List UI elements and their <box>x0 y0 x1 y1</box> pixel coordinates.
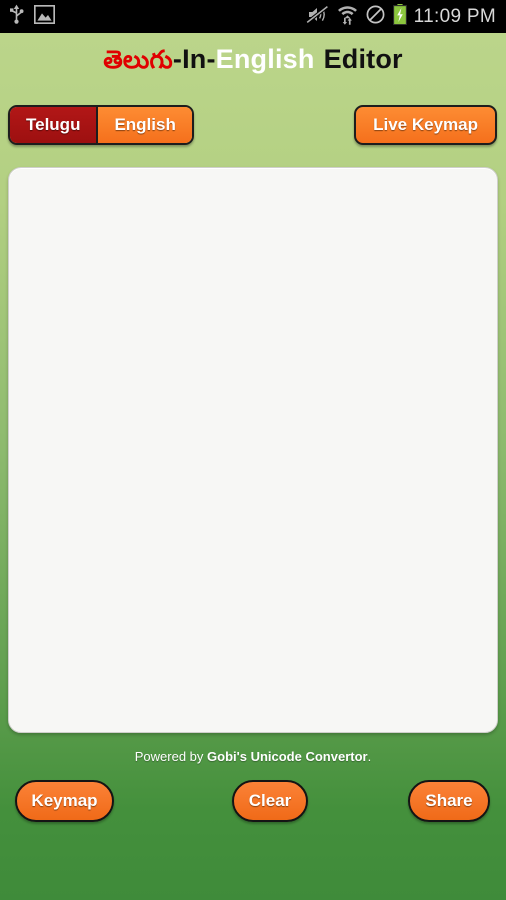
app-root: 11:09 PM తెలుగు-In-English Editor Telugu … <box>0 0 506 900</box>
live-keymap-button[interactable]: Live Keymap <box>354 105 497 145</box>
keymap-button[interactable]: Keymap <box>15 780 114 822</box>
toggle-option-telugu[interactable]: Telugu <box>10 107 97 143</box>
bottom-button-row: Keymap Clear Share <box>0 780 506 822</box>
text-editor-input[interactable] <box>8 167 498 733</box>
title-editor-text: Editor <box>323 44 403 74</box>
status-bar-clock: 11:09 PM <box>413 5 496 27</box>
status-bar-left-icons <box>9 4 56 29</box>
do-not-disturb-icon <box>366 5 385 29</box>
language-toggle[interactable]: Telugu English <box>8 105 194 145</box>
wifi-data-transfer-icon <box>337 4 358 30</box>
mute-vibrate-icon <box>305 4 329 29</box>
clear-button[interactable]: Clear <box>232 780 308 822</box>
usb-icon <box>9 4 24 29</box>
share-button[interactable]: Share <box>408 780 490 822</box>
title-dash-in-text: -In- <box>172 44 216 74</box>
title-telugu-text: తెలుగు <box>103 45 173 74</box>
powered-by-credit: Powered by Gobi's Unicode Convertor. <box>0 749 506 764</box>
credit-product-name: Gobi's Unicode Convertor <box>207 749 368 764</box>
status-bar: 11:09 PM <box>0 0 506 33</box>
title-english-text: English <box>215 44 315 74</box>
page-title: తెలుగు-In-English Editor <box>0 44 506 81</box>
toggle-option-english[interactable]: English <box>96 107 192 143</box>
screenshot-image-icon <box>33 4 56 29</box>
battery-charging-icon <box>392 3 407 30</box>
status-bar-right-icons <box>305 3 407 30</box>
credit-prefix: Powered by <box>134 749 208 764</box>
credit-suffix: . <box>367 749 372 764</box>
